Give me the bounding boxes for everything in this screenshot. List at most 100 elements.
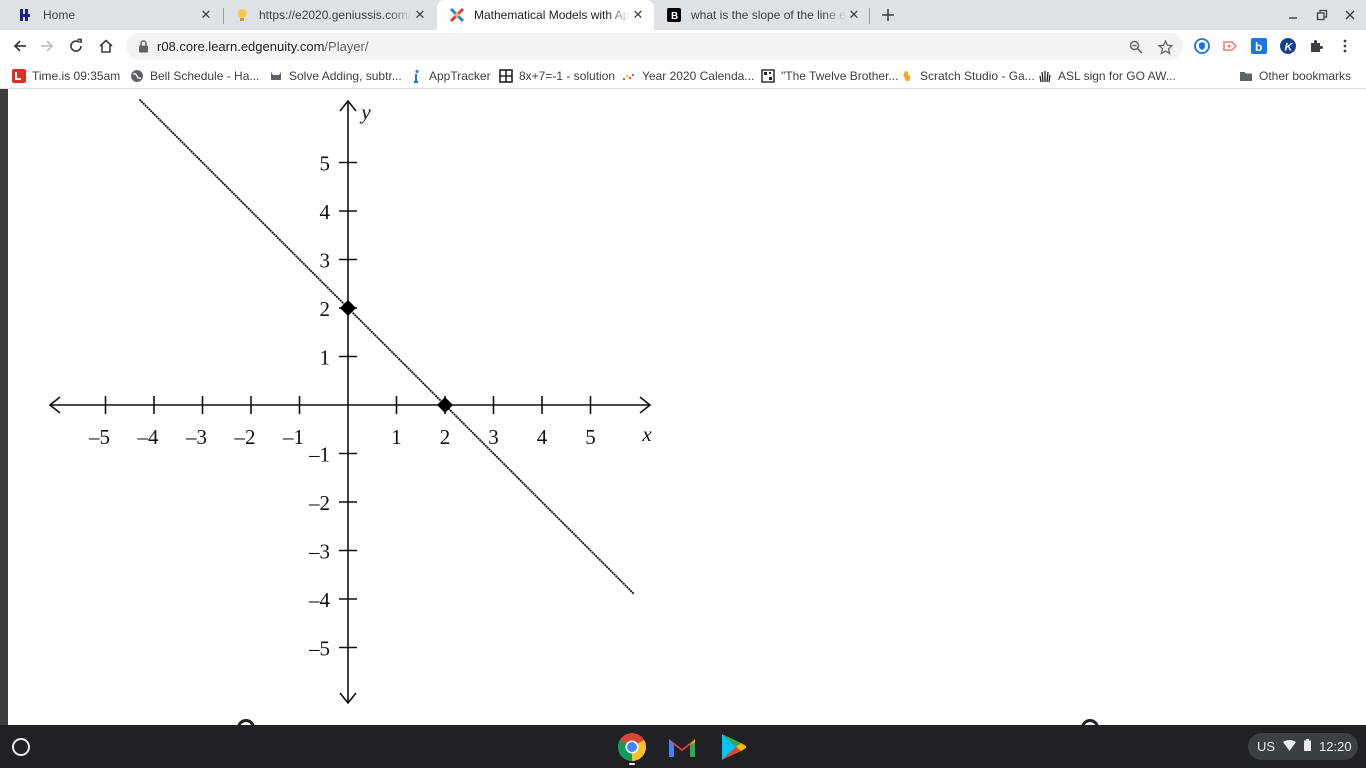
edgenuity-x-icon [449, 7, 465, 23]
close-icon[interactable]: ✕ [846, 7, 862, 23]
close-icon[interactable]: ✕ [630, 7, 646, 23]
x-tick-label: 5 [585, 425, 596, 449]
launcher-button[interactable] [12, 738, 30, 756]
tab-geniussis[interactable]: https://e2020.geniussis.com/FE ✕ [222, 0, 436, 30]
lightbulb-icon [234, 7, 250, 23]
bookmark-twelve-brothers[interactable]: "The Twelve Brother... [761, 67, 898, 84]
url-text: r08.core.learn.edgenuity.com/Player/ [157, 39, 369, 54]
close-icon[interactable]: ✕ [412, 7, 428, 23]
brainly-b-icon: B [666, 7, 682, 23]
y-tick-label: –3 [308, 540, 330, 564]
gmail-icon[interactable] [666, 731, 698, 763]
bookmark-scratch-studio[interactable]: Scratch Studio - Ga... [900, 67, 1035, 84]
tab-brainly[interactable]: B what is the slope of the line equa ✕ [654, 0, 870, 30]
svg-text:B: B [671, 11, 678, 22]
y-tick-label: –2 [308, 491, 330, 515]
y-tick-label: 1 [320, 346, 331, 370]
star-icon[interactable] [1157, 39, 1173, 55]
tab-title: what is the slope of the line equa [691, 8, 846, 22]
info-icon [409, 69, 423, 83]
bookmark-label: Solve Adding, subtr... [289, 68, 402, 83]
tab-title: Home [43, 8, 76, 22]
cat-icon [269, 69, 283, 83]
tab-strip: Home ✕ https://e2020.geniussis.com/FE ✕ … [0, 0, 1366, 30]
shield-extension-icon[interactable] [1194, 38, 1210, 54]
tab-separator [869, 8, 870, 24]
zoom-icon[interactable] [1128, 39, 1144, 55]
y-tick-label: –5 [308, 637, 330, 661]
bookmark-time-is[interactable]: Time.is 09:35am [12, 67, 120, 84]
k-extension-icon[interactable]: K [1280, 38, 1296, 54]
new-tab-button[interactable] [878, 5, 898, 25]
bookmark-solve-adding[interactable]: Solve Adding, subtr... [269, 67, 402, 84]
address-bar[interactable]: r08.core.learn.edgenuity.com/Player/ [126, 33, 1183, 60]
x-tick-label: 4 [537, 425, 548, 449]
b-extension-icon[interactable]: b [1251, 38, 1267, 54]
battery-icon [1304, 739, 1312, 754]
svg-text:b: b [1255, 40, 1262, 54]
status-tray[interactable]: US 12:20 [1248, 733, 1358, 760]
bookmark-8x-solution[interactable]: 8x+7=-1 - solution [499, 67, 615, 84]
bookmark-label: Bell Schedule - Ha... [150, 68, 260, 83]
bookmark-asl-sign[interactable]: ASL sign for GO AW... [1038, 67, 1176, 84]
bookmark-label: "The Twelve Brother... [781, 68, 899, 83]
minimize-button[interactable] [1284, 6, 1302, 24]
x-tick-label: –4 [137, 425, 160, 449]
os-shelf: US 12:20 [0, 725, 1366, 768]
x-tick-label: 2 [440, 425, 451, 449]
y-tick-label: 5 [320, 152, 331, 176]
folder-icon [1239, 69, 1253, 83]
tab-mathematical-models[interactable]: Mathematical Models with Appli ✕ [437, 0, 654, 30]
scratch-icon [900, 69, 914, 83]
bookmark-label: Year 2020 Calenda... [642, 68, 755, 83]
x-tick-label: –2 [234, 425, 256, 449]
back-button[interactable] [10, 36, 30, 56]
dots-icon [622, 69, 636, 83]
globe-icon [130, 69, 144, 83]
bookmark-bell-schedule[interactable]: Bell Schedule - Ha... [130, 67, 259, 84]
tab-home[interactable]: Home ✕ [6, 0, 222, 30]
grid-icon [499, 68, 513, 83]
tablet-brand-icon [18, 7, 34, 23]
y-tick-label: 2 [320, 297, 331, 321]
puzzle-extensions-icon[interactable] [1308, 38, 1324, 54]
bookmark-label: AppTracker [429, 68, 491, 83]
forward-button[interactable] [37, 36, 57, 56]
svg-text:K: K [1285, 42, 1294, 54]
graph-line [138, 98, 635, 595]
running-indicator [629, 763, 635, 765]
x-tick-label: –3 [185, 425, 207, 449]
chrome-icon[interactable] [616, 731, 648, 763]
other-bookmarks[interactable]: Other bookmarks [1239, 67, 1351, 84]
x-tick-label: –1 [282, 425, 304, 449]
bookmark-year-2020-calendar[interactable]: Year 2020 Calenda... [622, 67, 754, 84]
x-tick-label: 3 [488, 425, 499, 449]
restore-button[interactable] [1313, 6, 1331, 24]
menu-dots-icon[interactable] [1337, 38, 1353, 54]
x-tick-label: –5 [88, 425, 110, 449]
browser-toolbar: r08.core.learn.edgenuity.com/Player/ [0, 30, 1366, 62]
y-axis-label: y [359, 100, 371, 124]
screencast-extension-icon[interactable] [1222, 38, 1238, 54]
bookmark-label: 8x+7=-1 - solution [519, 68, 616, 83]
close-window-button[interactable] [1341, 6, 1359, 24]
qr-icon [761, 68, 775, 83]
clock: 12:20 [1319, 739, 1352, 754]
bookmark-label: Time.is 09:35am [32, 68, 121, 83]
bookmark-label: ASL sign for GO AW... [1058, 68, 1176, 83]
bookmark-apptracker[interactable]: AppTracker [409, 67, 491, 84]
reload-button[interactable] [66, 36, 86, 56]
lock-icon[interactable] [138, 40, 149, 56]
y-tick-label: 3 [320, 249, 331, 273]
y-tick-label: –4 [308, 588, 331, 612]
tab-title: Mathematical Models with Appli [474, 8, 630, 22]
play-store-icon[interactable] [717, 731, 749, 763]
wifi-icon [1283, 739, 1297, 754]
home-button[interactable] [96, 36, 116, 56]
url-path: /Player/ [324, 39, 369, 54]
hand-icon [1038, 69, 1052, 83]
close-icon[interactable]: ✕ [198, 7, 214, 23]
page-content: –5 –4 –3 –2 –1 1 2 3 4 5 5 4 3 2 1 –1 –2 –3 –4 –5 x y [0, 89, 1366, 731]
coordinate-graph: –5 –4 –3 –2 –1 1 2 3 4 5 5 4 3 2 1 –1 –2 –3 –4 –5 x y [48, 98, 652, 705]
time-is-icon [12, 68, 26, 83]
